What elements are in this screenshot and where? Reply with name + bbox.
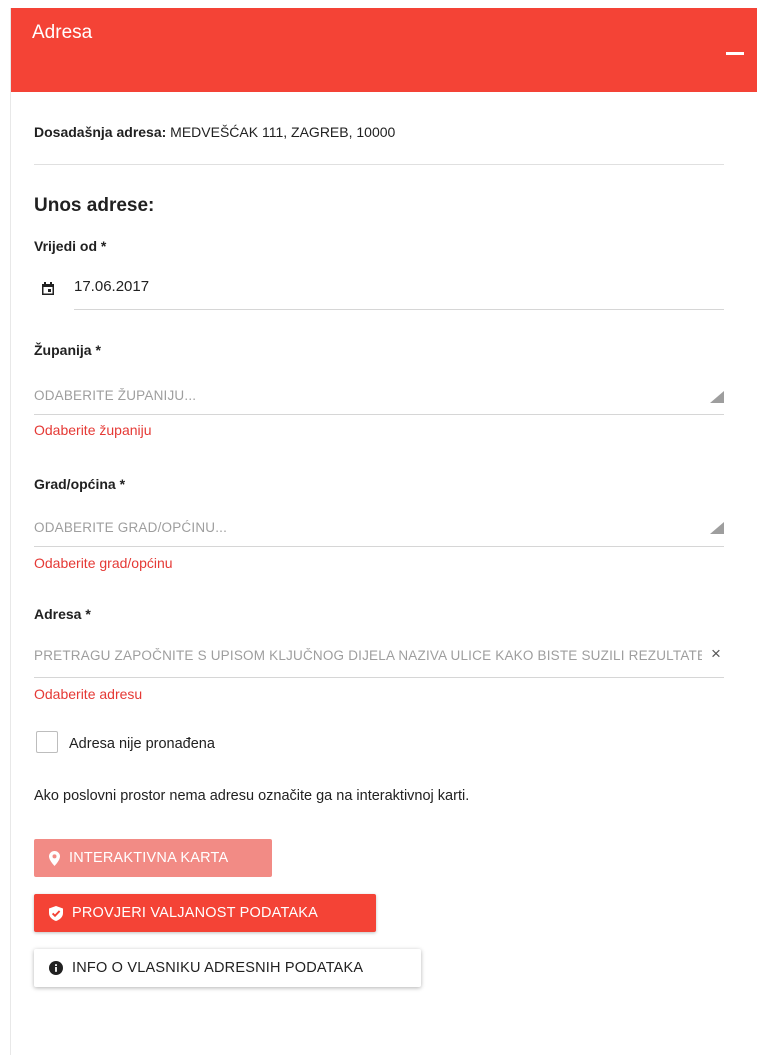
city-underline	[34, 546, 724, 547]
section-title: Unos adrese:	[34, 195, 155, 216]
city-select[interactable]: ODABERITE GRAD/OPĆINU...	[34, 520, 674, 535]
interactive-map-button[interactable]: INTERAKTIVNA KARTA	[34, 839, 272, 877]
previous-address-value: MEDVEŠĆAK 111, ZAGREB, 10000	[166, 124, 396, 140]
shield-check-icon	[49, 905, 63, 921]
divider	[34, 164, 724, 165]
address-error: Odaberite adresu	[34, 686, 143, 702]
info-label: INFO O VLASNIKU ADRESNIH PODATAKA	[72, 960, 364, 976]
county-underline	[34, 414, 724, 415]
address-not-found-label[interactable]: Adresa nije pronađena	[69, 736, 215, 752]
valid-from-date-input[interactable]: 17.06.2017	[74, 278, 149, 295]
valid-from-label: Vrijedi od *	[34, 238, 107, 254]
previous-address: Dosadašnja adresa: MEDVEŠĆAK 111, ZAGREB…	[34, 124, 395, 140]
dropdown-arrow-icon[interactable]	[710, 522, 724, 534]
valid-from-underline	[74, 309, 724, 310]
panel-header[interactable]: Adresa	[11, 8, 757, 92]
minus-icon[interactable]	[726, 52, 744, 55]
interactive-map-label: INTERAKTIVNA KARTA	[69, 850, 229, 866]
validate-data-label: PROVJERI VALJANOST PODATAKA	[72, 905, 319, 921]
calendar-icon[interactable]	[42, 282, 54, 295]
county-label: Županija *	[34, 342, 101, 358]
previous-address-label: Dosadašnja adresa:	[34, 124, 167, 140]
county-error: Odaberite županiju	[34, 422, 152, 438]
address-data-owner-info-button[interactable]: INFO O VLASNIKU ADRESNIH PODATAKA	[34, 949, 421, 987]
address-label: Adresa *	[34, 606, 91, 622]
city-error: Odaberite grad/općinu	[34, 555, 173, 571]
help-text: Ako poslovni prostor nema adresu označit…	[34, 788, 470, 804]
address-search-input[interactable]: PRETRAGU ZAPOČNITE S UPISOM KLJUČNOG DIJ…	[34, 648, 702, 663]
info-icon	[49, 961, 63, 975]
address-not-found-checkbox[interactable]	[36, 731, 58, 753]
map-marker-icon	[49, 850, 60, 866]
dropdown-arrow-icon[interactable]	[710, 391, 724, 403]
validate-data-button[interactable]: PROVJERI VALJANOST PODATAKA	[34, 894, 376, 932]
county-select[interactable]: ODABERITE ŽUPANIJU...	[34, 388, 674, 403]
city-label: Grad/općina *	[34, 476, 126, 492]
panel-title: Adresa	[32, 22, 93, 43]
address-underline	[34, 677, 724, 678]
close-icon[interactable]: ×	[711, 645, 721, 662]
